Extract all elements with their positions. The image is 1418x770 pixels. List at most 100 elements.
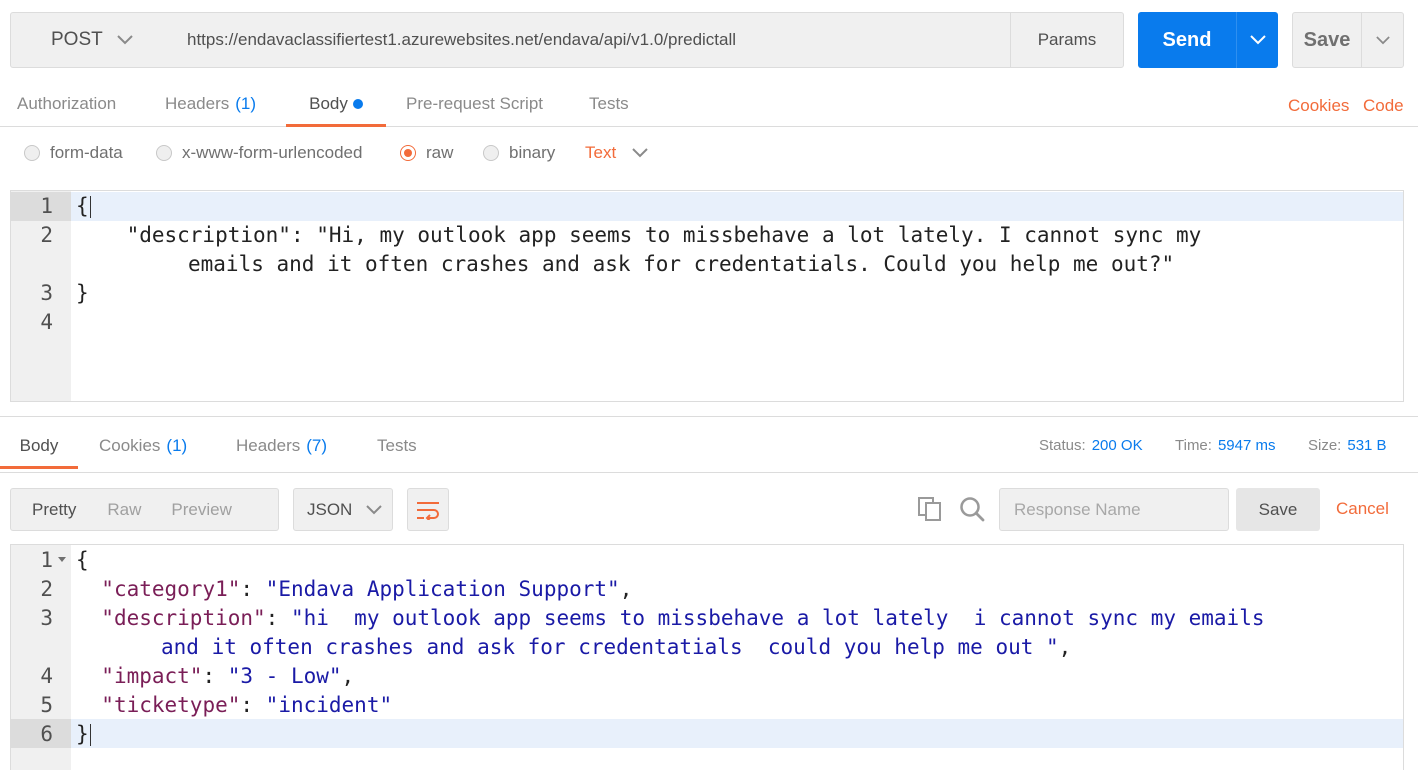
send-dropdown-button[interactable] — [1236, 12, 1278, 68]
modified-dot-icon — [352, 99, 363, 109]
chevron-down-icon — [632, 148, 648, 158]
json-key: "ticketype" — [101, 693, 241, 717]
line-number: 3 — [40, 281, 53, 305]
code-link[interactable]: Code — [1363, 96, 1404, 116]
tab-label: Headers — [236, 436, 301, 455]
response-tab-cookies[interactable]: Cookies (1) — [99, 424, 187, 468]
json-value: "3 - Low" — [227, 664, 342, 688]
params-button[interactable]: Params — [1010, 12, 1124, 68]
language-label: JSON — [307, 499, 353, 519]
radio-circle-icon — [483, 145, 499, 161]
params-label: Params — [1037, 30, 1097, 49]
radio-circle-icon — [24, 145, 40, 161]
json-key: "impact" — [101, 664, 203, 688]
request-bar: POST https://endavaclassifiertest1.azure… — [0, 0, 1418, 82]
line-number: 2 — [40, 577, 53, 601]
text-type-dropdown[interactable]: Text — [585, 143, 648, 163]
language-dropdown[interactable]: JSON — [293, 488, 393, 531]
send-button[interactable]: Send — [1138, 12, 1236, 68]
line-number: 6 — [40, 722, 53, 746]
response-save-button[interactable]: Save — [1236, 488, 1320, 531]
request-tabs: Authorization Headers (1) Body Pre-reque… — [0, 82, 1418, 127]
tab-label: Body — [309, 94, 348, 113]
radio-form-data[interactable]: form-data — [24, 143, 123, 163]
chevron-down-icon — [1249, 35, 1266, 45]
code-line: } — [76, 720, 91, 749]
response-name-input[interactable] — [999, 488, 1229, 531]
json-value: "Hi, my outlook app seems to missbehave … — [316, 223, 1202, 247]
response-tab-body[interactable]: Body — [0, 424, 78, 469]
chevron-down-icon — [1375, 35, 1390, 44]
code-line: "impact": "3 - Low", — [101, 664, 355, 688]
radio-raw[interactable]: raw — [400, 143, 453, 163]
save-button[interactable]: Save — [1292, 12, 1362, 68]
save-dropdown-button[interactable] — [1361, 12, 1404, 68]
status-value: 200 OK — [1091, 437, 1143, 454]
cookies-link[interactable]: Cookies — [1288, 96, 1349, 116]
copy-icon[interactable] — [916, 495, 944, 523]
tab-label: Tests — [377, 436, 417, 455]
radio-binary[interactable]: binary — [483, 143, 555, 163]
search-icon[interactable] — [958, 495, 986, 523]
tab-label: Body — [19, 436, 59, 455]
code-line: { — [76, 192, 91, 221]
request-body-editor[interactable]: 1 2 3 4 { "description": "Hi, my outlook… — [10, 190, 1404, 402]
tab-authorization[interactable]: Authorization — [17, 82, 116, 126]
json-comma: , — [341, 664, 355, 688]
code-line-wrapped: emails and it often crashes and ask for … — [188, 250, 1174, 279]
code-line: "ticketype": "incident" — [101, 693, 393, 717]
view-preview-button[interactable]: Preview — [171, 500, 231, 520]
method-select[interactable]: POST — [10, 12, 173, 68]
save-label: Save — [1303, 28, 1351, 51]
url-text: https://endavaclassifiertest1.azurewebsi… — [187, 30, 737, 49]
tab-body[interactable]: Body — [286, 82, 386, 127]
fold-toggle-icon[interactable] — [58, 557, 66, 563]
url-input[interactable]: https://endavaclassifiertest1.azurewebsi… — [172, 12, 1011, 68]
radio-selected-icon — [400, 145, 416, 161]
method-label: POST — [51, 29, 103, 50]
view-pretty-button[interactable]: Pretty — [32, 500, 76, 520]
response-view-selector: Pretty Raw Preview — [10, 488, 279, 531]
radio-label: form-data — [50, 143, 123, 162]
json-value-continued: and it often crashes and ask for credent… — [161, 635, 1059, 659]
json-value: "hi my outlook app seems to missbehave a… — [290, 606, 1265, 630]
tab-label: Headers — [165, 94, 230, 113]
view-raw-button[interactable]: Raw — [107, 500, 141, 520]
json-brace: } — [76, 281, 89, 305]
chevron-down-icon — [117, 35, 133, 45]
tab-headers[interactable]: Headers (1) — [165, 82, 256, 126]
code-line-wrapped: and it often crashes and ask for credent… — [161, 633, 1071, 662]
body-type-selector: form-data x-www-form-urlencoded raw bina… — [0, 128, 1418, 184]
response-tab-tests[interactable]: Tests — [377, 424, 417, 468]
radio-x-www-form-urlencoded[interactable]: x-www-form-urlencoded — [156, 143, 362, 163]
size-readout: Size: 531 B — [1308, 437, 1387, 454]
tab-count: (1) — [166, 436, 188, 455]
tab-count: (1) — [235, 94, 257, 113]
radio-label: raw — [426, 143, 454, 162]
line-number: 4 — [40, 310, 53, 334]
text-cursor — [89, 724, 91, 746]
tab-tests[interactable]: Tests — [589, 82, 629, 126]
tab-pre-request-script[interactable]: Pre-request Script — [406, 82, 543, 126]
tab-label: Tests — [589, 94, 629, 113]
cancel-button[interactable]: Cancel — [1336, 499, 1389, 519]
size-label: Size: — [1308, 437, 1342, 454]
time-readout: Time: 5947 ms — [1175, 437, 1276, 454]
json-key: "description" — [126, 223, 291, 247]
tab-count: (7) — [306, 436, 328, 455]
time-label: Time: — [1175, 437, 1212, 454]
json-value-continued: emails and it often crashes and ask for … — [188, 252, 1175, 276]
json-comma: , — [619, 577, 633, 601]
json-value: "Endava Application Support" — [265, 577, 620, 601]
response-body-viewer[interactable]: 1 2 3 4 5 6 { "category1": "Endava Appli… — [10, 544, 1404, 770]
line-number: 4 — [40, 664, 53, 688]
wrap-lines-button[interactable] — [407, 488, 449, 531]
json-key: "description" — [101, 606, 266, 630]
tab-label: Authorization — [17, 94, 117, 113]
radio-label: binary — [509, 143, 556, 162]
response-tab-headers[interactable]: Headers (7) — [236, 424, 327, 468]
active-line-highlight — [11, 192, 1403, 221]
status-readout: Status: 200 OK — [1039, 437, 1143, 454]
json-key: "category1" — [101, 577, 241, 601]
section-divider — [0, 416, 1418, 417]
